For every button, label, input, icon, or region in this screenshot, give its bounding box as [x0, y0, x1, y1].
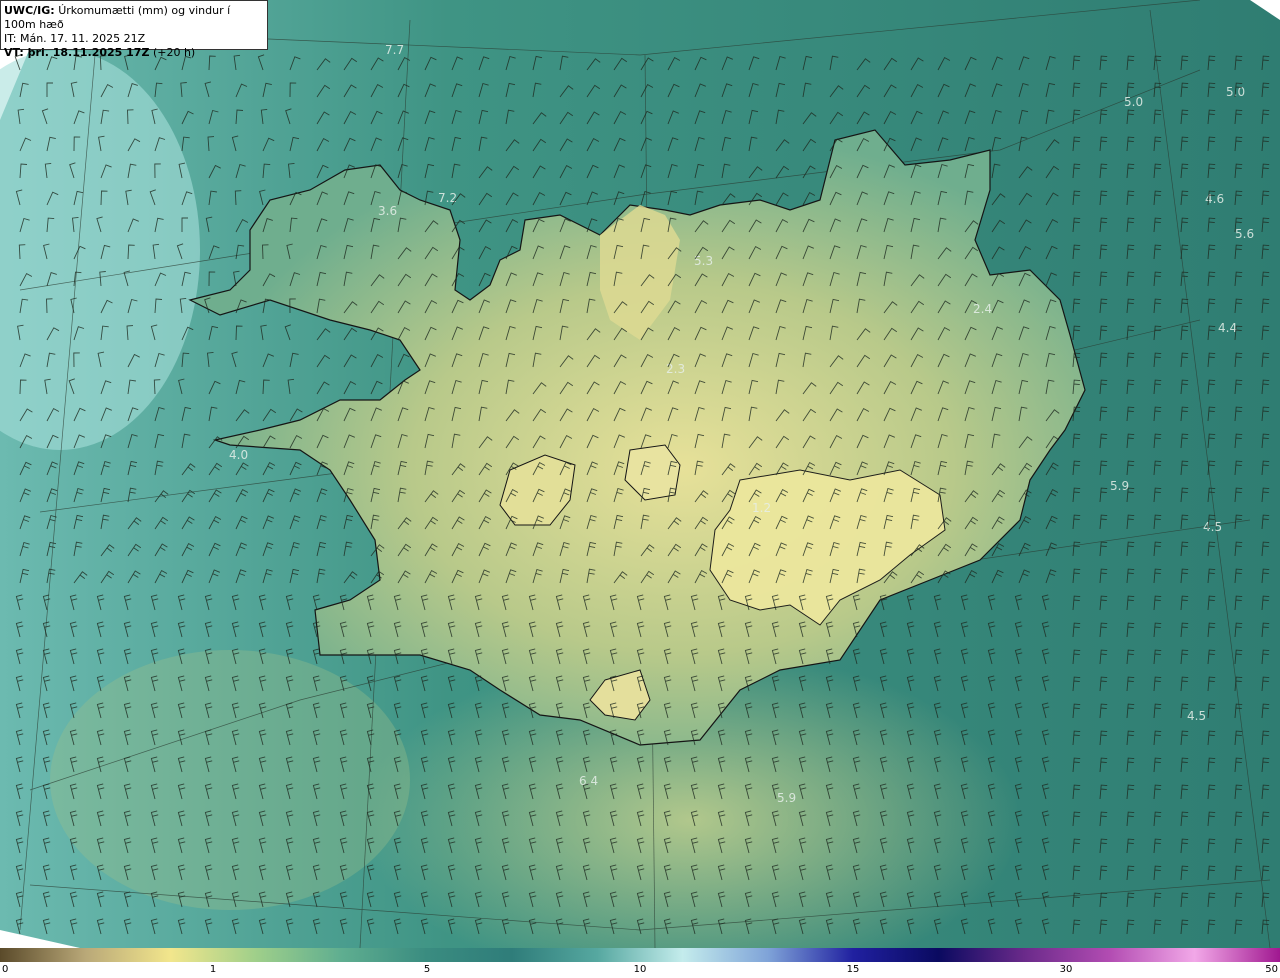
colorbar-tick: 50	[1265, 964, 1278, 975]
valid-time: VT: þri. 18.11.2025 17Z	[4, 46, 150, 59]
colorbar-tick: 10	[633, 964, 647, 975]
value-label: 7.2	[438, 191, 457, 205]
value-label: 5.0	[1124, 95, 1143, 109]
colorbar-tick: 1	[209, 964, 217, 975]
value-label: 4.5	[1187, 709, 1206, 723]
model-name: UWC/IG:	[4, 4, 55, 17]
colorbar-tick: 0	[2, 964, 9, 975]
value-label: 4.4	[1218, 321, 1237, 335]
precipitation-colorbar	[0, 948, 1280, 962]
value-label: 5.6	[1235, 227, 1254, 241]
colorbar-tick: 15	[846, 964, 860, 975]
value-label: 5.9	[777, 791, 796, 805]
initial-time: IT: Mán. 17. 11. 2025 21Z	[4, 32, 146, 45]
value-label: 4.0	[229, 448, 248, 462]
value-label: 3.6	[378, 204, 397, 218]
colorbar-ticks: 0 1 5 10 15 30 50	[0, 962, 1280, 978]
value-label: 7.7	[385, 43, 404, 57]
value-label: 5.9	[1110, 479, 1129, 493]
precipitation-wind-map: 7.7 7.2 3.6 5.0 5.0 4.6 5.6 5.3 2.4 4.4 …	[0, 0, 1280, 948]
colorbar-tick: 5	[423, 964, 431, 975]
value-label: 2.4	[973, 302, 992, 316]
map-title-box: UWC/IG: Úrkomumætti (mm) og vindur í 100…	[0, 0, 268, 59]
valid-time-offset: (+20 h)	[152, 46, 196, 59]
value-label: 6.4	[579, 774, 598, 788]
value-label: 1.2	[752, 501, 771, 515]
value-label: 4.5	[1203, 520, 1222, 534]
colorbar-tick: 30	[1059, 964, 1073, 975]
